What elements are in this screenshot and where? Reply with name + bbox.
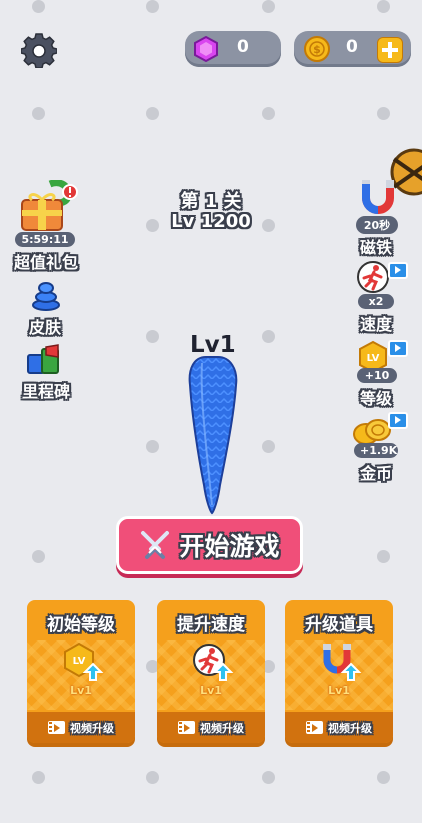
- coin-powerup[interactable]: +1.9K 金币: [344, 410, 408, 483]
- coin-count: 0: [346, 37, 358, 57]
- video-ad-icon: [388, 262, 408, 279]
- video-icon: [306, 721, 323, 734]
- coin-bonus: +1.9K: [354, 443, 398, 458]
- level-label: 等级: [359, 389, 392, 408]
- upgrade-card-items[interactable]: 升级道具 Lv1 视频升级: [285, 600, 393, 743]
- video-upgrade-button[interactable]: 视频升级: [157, 712, 265, 743]
- crossed-swords-icon: [141, 531, 170, 559]
- magnet-up-icon: [323, 644, 362, 681]
- magnet-powerup[interactable]: 20秒 磁铁: [344, 178, 408, 257]
- add-coins-button[interactable]: [377, 37, 403, 63]
- settings-button[interactable]: [20, 32, 58, 69]
- start-game-label: 开始游戏: [179, 532, 280, 561]
- milestone-label: 里程碑: [21, 382, 70, 401]
- gem-counter: 0: [185, 31, 281, 67]
- speed-label: 速度: [359, 315, 392, 334]
- coins-icon: [353, 419, 391, 445]
- video-icon: [48, 721, 65, 734]
- svg-text:$: $: [313, 43, 321, 56]
- speed-powerup[interactable]: x2 速度: [344, 258, 408, 334]
- gift-timer: 5:59:11: [15, 232, 75, 247]
- speed-up-icon: [193, 644, 234, 681]
- gift-pack-label: 超值礼包: [13, 253, 78, 272]
- level-powerup[interactable]: LV +10 等级: [344, 338, 408, 412]
- upgrade-card-level: Lv1: [70, 684, 92, 697]
- upgrade-card-title: 提升速度: [177, 615, 245, 635]
- pink-gem-icon: [194, 36, 218, 62]
- video-ad-icon: [388, 340, 408, 357]
- video-upgrade-label: 视频升级: [200, 721, 244, 735]
- start-game-button[interactable]: 开始游戏: [116, 516, 303, 574]
- video-upgrade-button[interactable]: 视频升级: [27, 712, 135, 743]
- gear-icon: [20, 33, 58, 69]
- upgrade-card-speed[interactable]: 提升速度 Lv1 视频升级: [157, 600, 265, 743]
- level-up-icon: LV: [64, 642, 104, 681]
- milestone-button[interactable]: 里程碑: [14, 343, 78, 401]
- upgrade-card-level: Lv1: [200, 684, 222, 697]
- snake-skin-icon: [32, 282, 60, 311]
- video-upgrade-label: 视频升级: [328, 721, 372, 735]
- magnet-label: 磁铁: [359, 238, 392, 257]
- svg-text:LV: LV: [73, 656, 86, 667]
- gift-pack-button[interactable]: 5:59:11 超值礼包: [8, 180, 84, 272]
- magnet-duration: 20秒: [356, 216, 398, 234]
- upgrade-card-level: Lv1: [328, 684, 350, 697]
- upgrade-card-title: 升级道具: [305, 615, 373, 635]
- gift-snake-icon: [21, 180, 78, 231]
- skin-button[interactable]: 皮肤: [20, 280, 70, 337]
- video-upgrade-button[interactable]: 视频升级: [285, 712, 393, 743]
- skin-label: 皮肤: [28, 318, 61, 337]
- video-ad-icon: [388, 412, 408, 429]
- snake-character: [188, 356, 238, 515]
- running-icon: [357, 261, 389, 293]
- plus-icon: [382, 42, 398, 58]
- upgrade-card-title: 初始等级: [47, 615, 115, 635]
- coin-counter: $ 0: [294, 31, 411, 67]
- coin-label: 金币: [359, 464, 392, 483]
- gold-coin-icon: $: [304, 36, 330, 62]
- gem-count: 0: [237, 37, 249, 57]
- level-bonus: +10: [357, 368, 397, 383]
- svg-text:LV: LV: [367, 353, 380, 364]
- magnet-icon: [362, 180, 394, 214]
- speed-multiplier: x2: [358, 294, 394, 309]
- video-icon: [178, 721, 195, 734]
- upgrade-card-initial-level[interactable]: 初始等级 LV Lv1 视频升级: [27, 600, 135, 743]
- video-upgrade-label: 视频升级: [70, 721, 114, 735]
- milestone-icon: [27, 344, 59, 374]
